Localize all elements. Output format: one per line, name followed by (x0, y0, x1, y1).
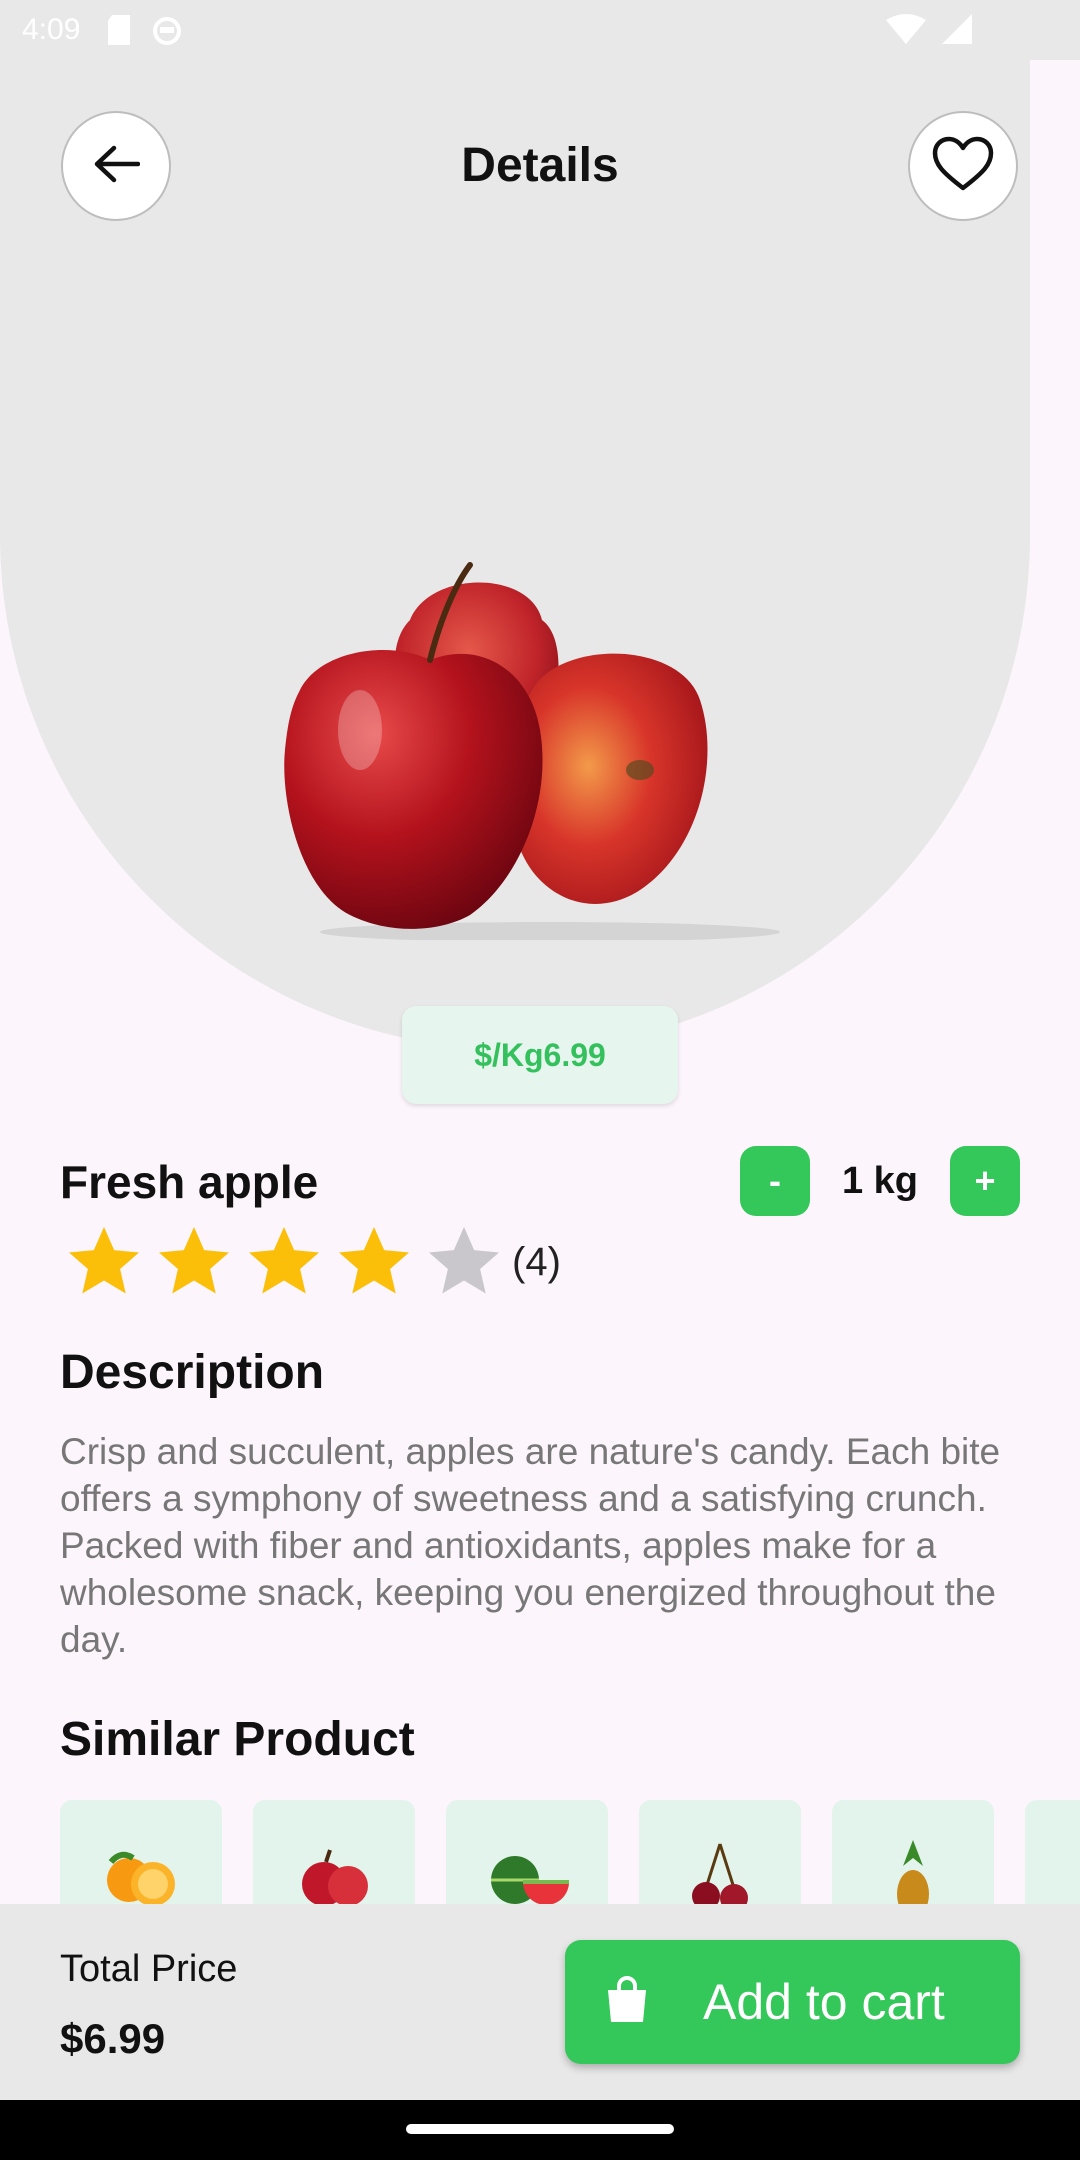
similar-product-title: Similar Product (60, 1713, 415, 1766)
description-title: Description (60, 1346, 325, 1399)
similar-product-card[interactable] (1025, 1800, 1080, 1904)
star-empty-icon (422, 1220, 506, 1304)
similar-product-card[interactable] (253, 1800, 415, 1904)
description-text: Crisp and succulent, apples are nature's… (60, 1431, 1001, 1660)
decrease-quantity-button[interactable]: - (740, 1146, 810, 1216)
watermelon-icon (477, 1840, 577, 1904)
increase-quantity-button[interactable]: + (950, 1146, 1020, 1216)
price-per-kg-badge: $/Kg6.99 (402, 1006, 678, 1104)
shopping-bag-icon (605, 1975, 649, 2029)
wifi-icon (886, 14, 926, 52)
strawberry-icon (1056, 1840, 1080, 1904)
sd-card-icon (106, 15, 132, 45)
orange-icon (91, 1840, 191, 1904)
total-price-value: $6.99 (60, 2015, 166, 2062)
home-gesture-handle[interactable] (406, 2124, 674, 2134)
apple-icon (284, 1840, 384, 1904)
similar-product-card[interactable] (446, 1800, 608, 1904)
product-image (280, 560, 820, 942)
heart-icon (932, 136, 994, 197)
product-name: Fresh apple (60, 1156, 319, 1208)
star-filled-icon (62, 1220, 146, 1304)
add-to-cart-button[interactable]: Add to cart (565, 1940, 1020, 2064)
add-to-cart-label: Add to cart (703, 1974, 945, 2030)
status-bar: 4:09 (0, 0, 1080, 60)
star-filled-icon (242, 1220, 326, 1304)
similar-product-card[interactable] (639, 1800, 801, 1904)
pineapple-icon (863, 1840, 963, 1904)
total-price-label: Total Price (60, 1948, 238, 1990)
similar-product-list (60, 1800, 1080, 1904)
cherry-icon (670, 1840, 770, 1904)
favorite-button[interactable] (908, 111, 1018, 221)
star-filled-icon (332, 1220, 416, 1304)
signal-icon (942, 14, 972, 52)
quantity-value: 1 kg (841, 1160, 919, 1202)
status-time: 4:09 (22, 13, 81, 46)
notification-icon (152, 15, 182, 45)
similar-product-card[interactable] (60, 1800, 222, 1904)
rating-count: (4) (512, 1239, 561, 1284)
star-filled-icon (152, 1220, 236, 1304)
rating-stars: (4) (62, 1220, 561, 1304)
similar-product-card[interactable] (832, 1800, 994, 1904)
